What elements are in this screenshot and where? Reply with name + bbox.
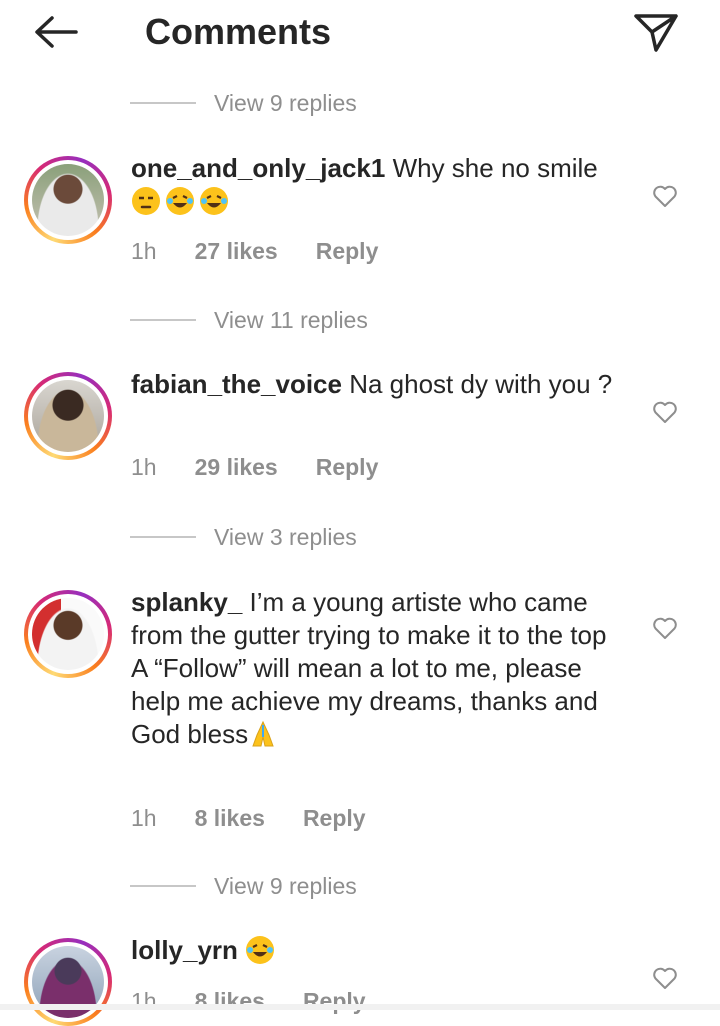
view-replies-link[interactable]: View 11 replies <box>130 305 368 335</box>
header-bar: Comments <box>0 0 720 64</box>
comment-username[interactable]: fabian_the_voice <box>131 369 342 399</box>
comment-username[interactable]: splanky_ <box>131 587 242 617</box>
avatar[interactable] <box>24 372 112 460</box>
avatar[interactable] <box>24 938 112 1026</box>
view-replies-link[interactable]: View 9 replies <box>130 88 357 118</box>
view-replies-label: View 9 replies <box>214 89 357 116</box>
back-button[interactable] <box>28 10 84 54</box>
laughing-tears-emoji-icon <box>200 187 228 215</box>
share-button[interactable] <box>630 8 682 56</box>
avatar[interactable] <box>24 590 112 678</box>
folded-hands-emoji-icon <box>252 720 274 747</box>
view-replies-label: View 11 replies <box>214 306 368 333</box>
comment-likes[interactable]: 29 likes <box>195 454 278 481</box>
view-replies-link[interactable]: View 9 replies <box>130 871 357 901</box>
comment-text: fabian_the_voice Na ghost dy with you ? <box>131 368 631 401</box>
comment-meta: 1h 27 likes Reply <box>131 238 416 265</box>
comment-username[interactable]: lolly_yrn <box>131 935 238 965</box>
heart-icon[interactable] <box>652 400 678 424</box>
divider-line <box>130 885 196 887</box>
view-replies-label: View 9 replies <box>214 872 357 899</box>
heart-icon[interactable] <box>652 184 678 208</box>
divider-line <box>130 536 196 538</box>
heart-icon[interactable] <box>652 966 678 990</box>
divider-line <box>130 102 196 104</box>
view-replies-label: View 3 replies <box>214 523 357 550</box>
divider-line <box>130 319 196 321</box>
reply-button[interactable]: Reply <box>303 988 366 1015</box>
unamused-face-emoji-icon <box>132 187 160 215</box>
comment-time: 1h <box>131 454 157 480</box>
reply-button[interactable]: Reply <box>303 805 366 832</box>
reply-button[interactable]: Reply <box>316 454 379 481</box>
comment-time: 1h <box>131 238 157 264</box>
comment-text: lolly_yrn <box>131 934 631 967</box>
laughing-tears-emoji-icon <box>166 187 194 215</box>
comment-time: 1h <box>131 988 157 1014</box>
comment-message: Na ghost dy with you ? <box>349 369 613 399</box>
comment-username[interactable]: one_and_only_jack1 <box>131 153 385 183</box>
view-replies-link[interactable]: View 3 replies <box>130 522 357 552</box>
comment-text: splanky_ I’m a young artiste who came fr… <box>131 586 631 751</box>
comment-likes[interactable]: 8 likes <box>195 805 265 832</box>
laughing-tears-emoji-icon <box>246 936 275 964</box>
avatar[interactable] <box>24 156 112 244</box>
comment-meta: 1h 8 likes Reply <box>131 988 404 1015</box>
page-title: Comments <box>145 11 332 52</box>
comment-meta: 1h 29 likes Reply <box>131 454 416 481</box>
comment-text: one_and_only_jack1 Why she no smile <box>131 152 631 218</box>
arrow-left-icon <box>35 16 78 48</box>
comment-message: Why she no smile <box>392 153 598 183</box>
heart-icon[interactable] <box>652 616 678 640</box>
bottom-edge <box>0 1004 720 1010</box>
paper-plane-icon <box>634 14 678 52</box>
comment-time: 1h <box>131 805 157 831</box>
comment-likes[interactable]: 27 likes <box>195 238 278 265</box>
comment-meta: 1h 8 likes Reply <box>131 805 404 832</box>
comment-likes[interactable]: 8 likes <box>195 988 265 1015</box>
reply-button[interactable]: Reply <box>316 238 379 265</box>
